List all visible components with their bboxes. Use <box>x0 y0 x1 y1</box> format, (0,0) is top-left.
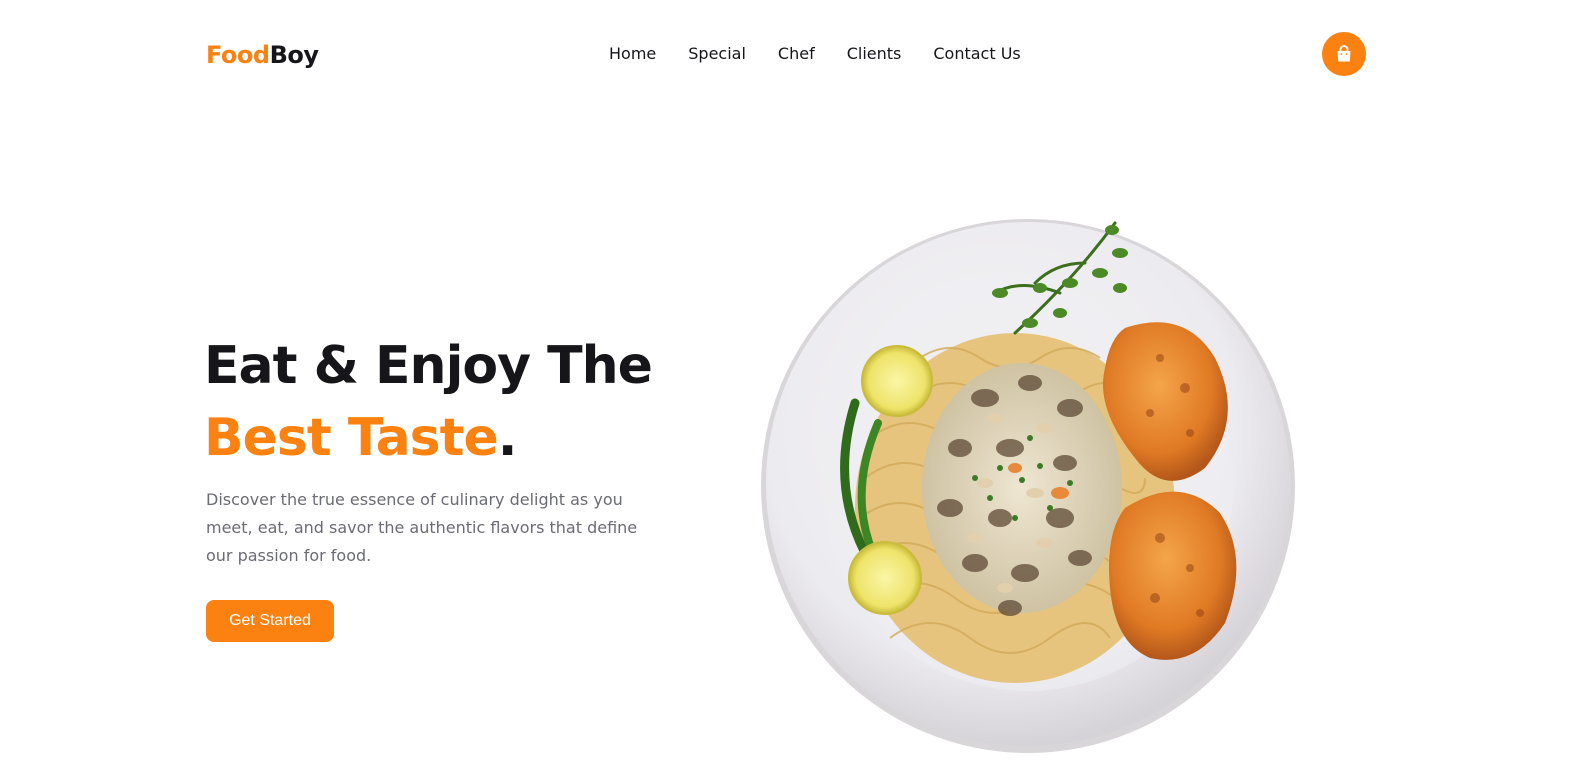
hero-title-highlight: Best Taste <box>204 408 499 468</box>
shopping-bag-icon <box>1337 45 1351 62</box>
brand-logo-accent: Food <box>206 41 270 69</box>
get-started-button[interactable]: Get Started <box>206 600 334 642</box>
nav-item-clients[interactable]: Clients <box>847 44 902 64</box>
pasta-plate-image <box>760 218 1300 758</box>
brand-logo[interactable]: FoodBoy <box>206 40 319 70</box>
nav-item-contact-us[interactable]: Contact Us <box>933 44 1020 64</box>
hero-title: Eat & Enjoy The Best Taste. <box>204 330 653 474</box>
brand-logo-dark: Boy <box>269 41 319 69</box>
hero-title-line1: Eat & Enjoy The <box>204 336 653 396</box>
nav-item-home[interactable]: Home <box>609 44 656 64</box>
nav-item-chef[interactable]: Chef <box>778 44 815 64</box>
nav-item-special[interactable]: Special <box>688 44 746 64</box>
cart-button[interactable] <box>1322 32 1366 76</box>
hero-description: Discover the true essence of culinary de… <box>206 490 638 565</box>
main-nav: Home Special Chef Clients Contact Us <box>609 44 1021 64</box>
navbar: FoodBoy Home Special Chef Clients Contac… <box>0 0 1580 110</box>
hero-title-period: . <box>497 408 518 468</box>
